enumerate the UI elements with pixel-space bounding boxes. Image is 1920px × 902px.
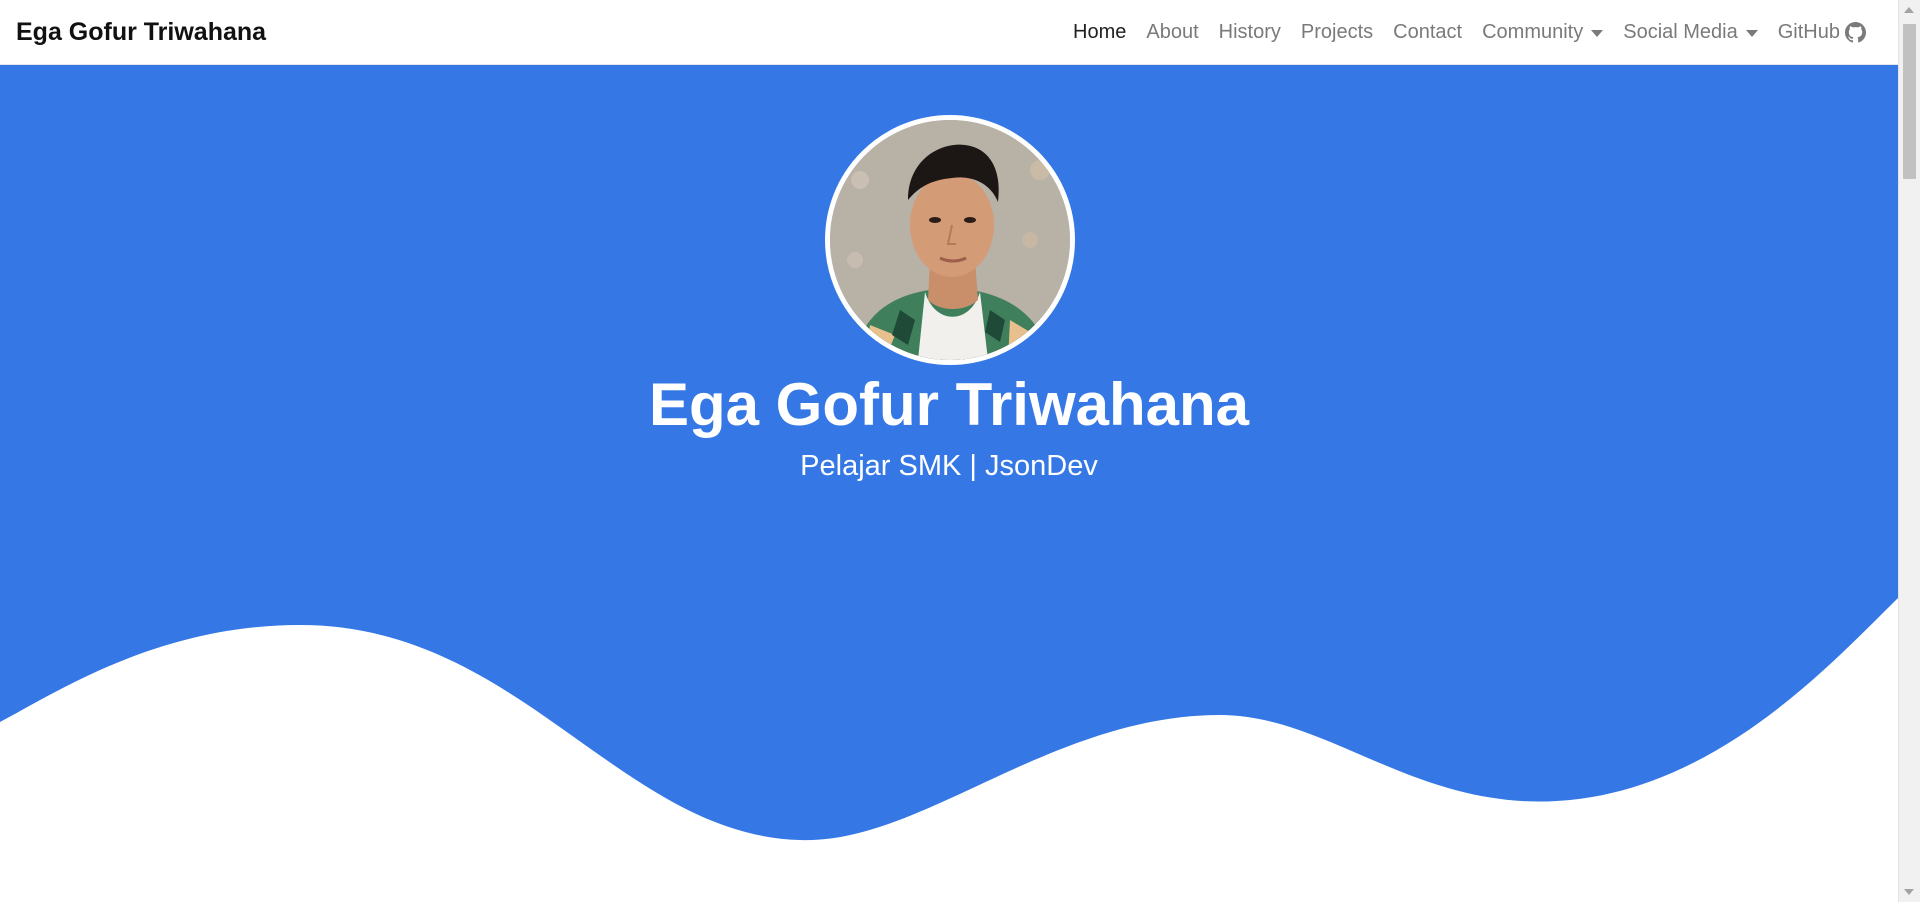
profile-photo bbox=[830, 120, 1070, 360]
nav-item-projects[interactable]: Projects bbox=[1291, 21, 1383, 44]
nav-item-about[interactable]: About bbox=[1136, 21, 1208, 44]
page: Ega Gofur Triwahana Home About History P… bbox=[0, 0, 1920, 902]
hero-title: Ega Gofur Triwahana bbox=[648, 371, 1250, 438]
github-icon bbox=[1845, 21, 1866, 42]
nav-item-label: Home bbox=[1073, 20, 1127, 43]
scroll-up-arrow-icon[interactable] bbox=[1904, 7, 1914, 13]
navbar-brand[interactable]: Ega Gofur Triwahana bbox=[16, 18, 266, 47]
profile-avatar bbox=[825, 115, 1075, 365]
nav-item-history[interactable]: History bbox=[1209, 21, 1291, 44]
nav-menu: Home About History Projects Contact Comm… bbox=[1063, 21, 1876, 44]
nav-dropdown-community[interactable]: Community bbox=[1472, 21, 1613, 44]
nav-item-label: Projects bbox=[1300, 20, 1374, 43]
scroll-down-arrow-icon[interactable] bbox=[1904, 889, 1914, 895]
nav-item-label: GitHub bbox=[1777, 20, 1840, 43]
caret-down-icon bbox=[1591, 29, 1604, 37]
nav-dropdown-social-media[interactable]: Social Media bbox=[1613, 21, 1768, 44]
nav-item-label: Social Media bbox=[1623, 20, 1738, 43]
navbar: Ega Gofur Triwahana Home About History P… bbox=[0, 0, 1898, 65]
hero-section: Ega Gofur Triwahana Pelajar SMK | JsonDe… bbox=[0, 65, 1898, 902]
nav-item-label: About bbox=[1146, 20, 1199, 43]
hero-subtitle: Pelajar SMK | JsonDev bbox=[800, 450, 1098, 482]
nav-item-contact[interactable]: Contact bbox=[1383, 21, 1472, 44]
nav-item-label: Contact bbox=[1393, 20, 1463, 43]
nav-item-label: History bbox=[1218, 20, 1281, 43]
page-scrollbar[interactable] bbox=[1898, 0, 1920, 902]
nav-item-home[interactable]: Home bbox=[1063, 21, 1136, 44]
caret-down-icon bbox=[1745, 29, 1758, 37]
nav-item-label: Community bbox=[1482, 20, 1584, 43]
scrollbar-thumb[interactable] bbox=[1903, 24, 1916, 179]
nav-item-github[interactable]: GitHub bbox=[1768, 21, 1876, 44]
